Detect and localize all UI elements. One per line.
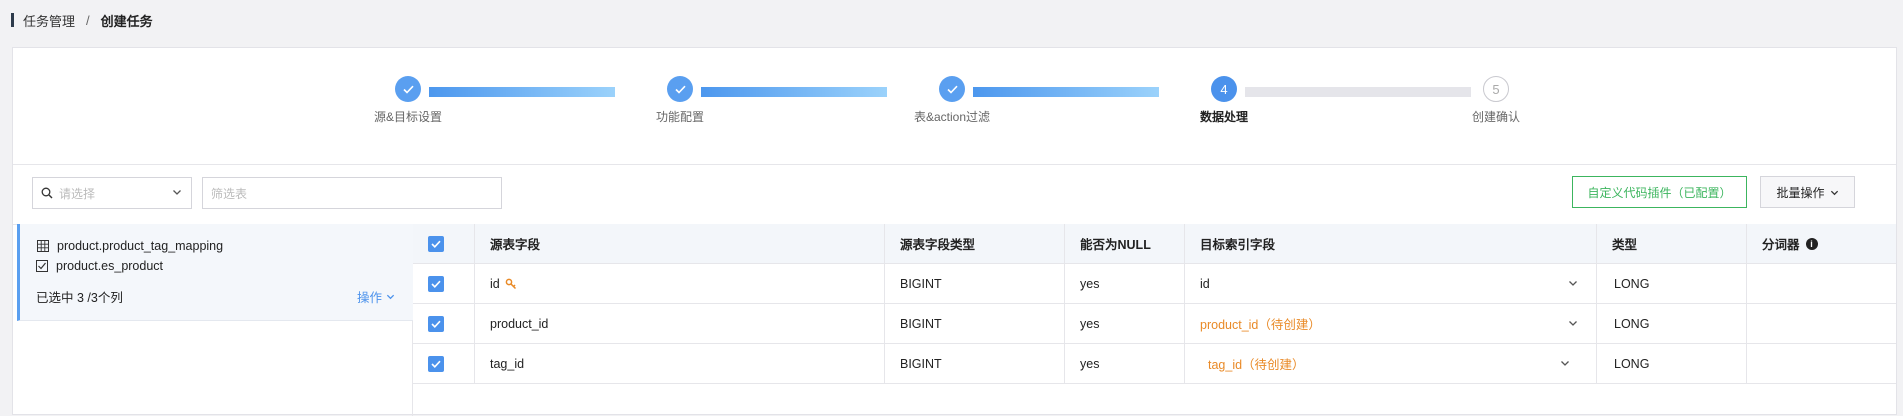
breadcrumb-parent[interactable]: 任务管理 (23, 11, 75, 30)
source-table-name: product.product_tag_mapping (57, 239, 224, 253)
row-checkbox[interactable] (428, 275, 444, 292)
toolbar: 请选择 筛选表 自定义代码插件（已配置） 批量操作 (13, 164, 1896, 225)
main-panel: 源&目标设置 功能配置 表&action过滤 4 数据处理 5 创建确认 请选择 (12, 47, 1897, 416)
step-number: 4 (1211, 76, 1237, 102)
step-1[interactable]: 源&目标设置 (328, 76, 488, 125)
filter-placeholder: 筛选表 (211, 186, 248, 201)
target-field-value: tag_id（待创建） (1208, 358, 1305, 372)
step-label: 功能配置 (655, 110, 704, 124)
field-type: LONG (1597, 264, 1747, 303)
select-all-checkbox[interactable] (428, 235, 444, 252)
target-field-select[interactable]: id (1185, 264, 1597, 303)
chevron-down-icon (1569, 321, 1577, 326)
column-mapping-table: 源表字段 源表字段类型 能否为NULL 目标索引字段 类型 分词器 i id B… (413, 224, 1896, 416)
nullable: yes (1065, 304, 1185, 343)
analyzer-cell[interactable] (1747, 304, 1896, 343)
check-icon (395, 76, 421, 102)
nullable: yes (1065, 344, 1185, 383)
header-source-type: 源表字段类型 (885, 224, 1065, 263)
breadcrumb: 任务管理 / 创建任务 (11, 11, 153, 30)
target-field-value: product_id（待创建） (1200, 318, 1321, 332)
source-field-cell: id (475, 264, 885, 303)
step-label: 数据处理 (1199, 110, 1248, 124)
checkbox-icon (36, 260, 48, 272)
chevron-down-icon (1830, 190, 1838, 195)
breadcrumb-current: 创建任务 (100, 13, 153, 29)
target-table-line: product.es_product (36, 259, 163, 273)
batch-label: 批量操作 (1776, 185, 1825, 200)
step-label: 创建确认 (1471, 110, 1520, 124)
source-type: BIGINT (885, 344, 1065, 383)
chevron-down-icon (1561, 361, 1569, 366)
ops-dropdown[interactable]: 操作 (357, 287, 395, 306)
source-field: tag_id (475, 344, 885, 383)
source-field: product_id (475, 304, 885, 343)
header-target-field: 目标索引字段 (1185, 224, 1597, 263)
batch-operations-button[interactable]: 批量操作 (1760, 176, 1855, 208)
breadcrumb-bar (11, 13, 14, 27)
source-table-line: product.product_tag_mapping (37, 239, 223, 253)
table-mapping-item[interactable]: product.product_tag_mapping product.es_p… (17, 224, 413, 321)
analyzer-cell[interactable] (1747, 344, 1896, 383)
source-type: BIGINT (885, 264, 1065, 303)
chevron-down-icon (1569, 281, 1577, 286)
table-select[interactable]: 请选择 (32, 177, 192, 209)
target-field-value: id (1200, 276, 1210, 291)
header-analyzer: 分词器 (1762, 238, 1800, 252)
table-row: product_id BIGINT yes product_id（待创建） LO… (413, 304, 1896, 344)
check-icon (939, 76, 965, 102)
table-list-panel: product.product_tag_mapping product.es_p… (13, 224, 413, 416)
header-analyzer-cell: 分词器 i (1747, 224, 1896, 263)
ops-label: 操作 (356, 291, 382, 305)
row-checkbox-cell (413, 304, 475, 343)
step-2[interactable]: 功能配置 (600, 76, 760, 125)
search-icon (41, 187, 53, 199)
nullable: yes (1065, 264, 1185, 303)
header-source-field: 源表字段 (475, 224, 885, 263)
step-3[interactable]: 表&action过滤 (872, 76, 1032, 125)
custom-plugin-button[interactable]: 自定义代码插件（已配置） (1572, 176, 1747, 208)
info-icon[interactable]: i (1805, 237, 1818, 250)
step-label: 源&目标设置 (373, 110, 442, 124)
row-checkbox[interactable] (428, 315, 444, 332)
table-row: id BIGINT yes id LONG (413, 264, 1896, 304)
filter-table-input[interactable]: 筛选表 (202, 177, 502, 209)
target-field-select[interactable]: product_id（待创建） (1185, 304, 1597, 343)
source-type: BIGINT (885, 304, 1065, 343)
key-icon (505, 278, 516, 289)
source-field: id (490, 276, 500, 291)
row-checkbox[interactable] (428, 355, 444, 372)
target-field-select[interactable]: tag_id（待创建） (1185, 344, 1597, 383)
row-checkbox-cell (413, 264, 475, 303)
chevron-down-icon (173, 190, 181, 195)
header-type: 类型 (1597, 224, 1747, 263)
table-icon (37, 240, 49, 252)
target-table-name: product.es_product (56, 259, 164, 273)
selected-count: 已选中 3 /3个列 (36, 291, 123, 305)
chevron-down-icon (386, 294, 395, 300)
stepper: 源&目标设置 功能配置 表&action过滤 4 数据处理 5 创建确认 (13, 48, 1896, 165)
row-checkbox-cell (413, 344, 475, 383)
step-label: 表&action过滤 (913, 110, 991, 124)
step-5[interactable]: 5 创建确认 (1416, 76, 1576, 125)
field-type: LONG (1597, 344, 1747, 383)
header-checkbox-cell (413, 224, 475, 263)
table-row: tag_id BIGINT yes tag_id（待创建） LONG (413, 344, 1896, 384)
select-placeholder: 请选择 (59, 186, 96, 201)
field-type: LONG (1597, 304, 1747, 343)
step-4[interactable]: 4 数据处理 (1144, 76, 1304, 125)
table-header: 源表字段 源表字段类型 能否为NULL 目标索引字段 类型 分词器 i (413, 224, 1896, 264)
breadcrumb-separator: / (86, 12, 90, 28)
analyzer-cell[interactable] (1747, 264, 1896, 303)
header-nullable: 能否为NULL (1065, 224, 1185, 263)
step-number: 5 (1483, 76, 1509, 102)
check-icon (667, 76, 693, 102)
